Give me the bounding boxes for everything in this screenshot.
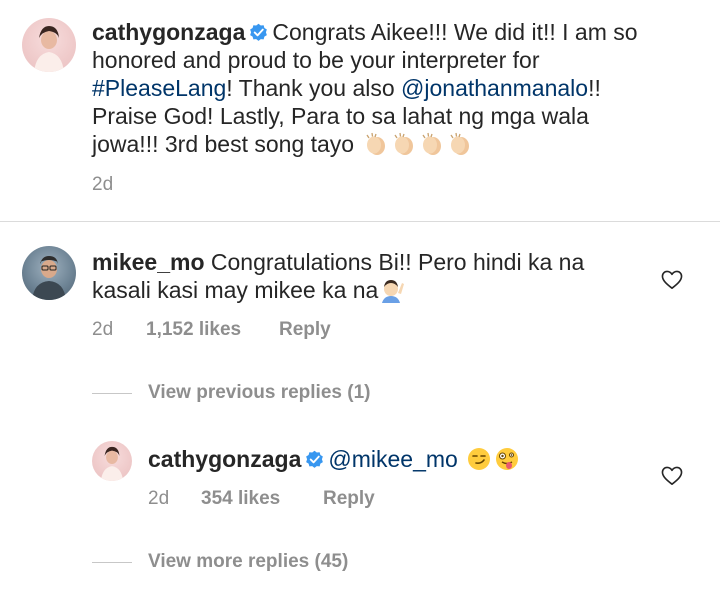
person-raising-hand-icon (378, 277, 406, 303)
likes-count[interactable]: 354 likes (201, 488, 280, 510)
avatar-image (100, 446, 124, 481)
avatar[interactable] (22, 246, 76, 300)
comment-text-line2: honored and proud to be your interpreter… (92, 47, 540, 73)
smirk-face-icon (464, 446, 492, 472)
verified-badge-icon (250, 23, 268, 41)
mention-link[interactable]: @mikee_mo (328, 446, 457, 472)
reply-button[interactable]: Reply (279, 319, 331, 341)
reply-username[interactable]: cathygonzaga (148, 446, 301, 472)
comment-body: mikee_mo Congratulations Bi!! Pero hindi… (92, 248, 652, 304)
like-heart-icon[interactable] (661, 270, 683, 290)
view-more-replies-button[interactable]: View more replies (45) (148, 551, 348, 573)
like-heart-icon[interactable] (661, 466, 683, 486)
comment-text-line3: ! Thank you also (226, 75, 402, 101)
comment-body: cathygonzaga Congrats Aikee!!! We did it!… (92, 18, 712, 158)
reply-body: cathygonzaga @mikee_mo (148, 445, 668, 473)
comment-username[interactable]: cathygonzaga (92, 19, 245, 45)
comment-text-line5: jowa!!! 3rd best song tayo (92, 131, 355, 157)
comment-text-line3-end: !! (588, 75, 601, 101)
comment-text-line1: Congrats Aikee!!! We did it!! I am so (272, 19, 638, 45)
comment-text-line1: Congratulations Bi!! Pero hindi ka na (210, 249, 585, 275)
view-previous-replies-button[interactable]: View previous replies (1) (148, 382, 370, 404)
verified-badge-icon (306, 450, 324, 468)
replies-divider-line (92, 393, 132, 394)
comment-timestamp: 2d (92, 319, 114, 340)
comment-text-line4: Praise God! Lastly, Para to sa lahat ng … (92, 103, 589, 129)
comment-username[interactable]: mikee_mo (92, 249, 205, 275)
zany-face-icon (492, 446, 520, 472)
mention-link[interactable]: @jonathanmanalo (401, 75, 588, 101)
avatar-image (32, 256, 66, 300)
avatar-image (34, 26, 64, 72)
likes-count[interactable]: 1,152 likes (146, 319, 241, 341)
hashtag-link[interactable]: #PleaseLang (92, 75, 226, 101)
avatar[interactable] (22, 18, 76, 72)
avatar[interactable] (92, 441, 132, 481)
reply-timestamp: 2d (148, 488, 170, 509)
comment-text-line2: kasali kasi may mikee ka na (92, 277, 379, 303)
clapping-hands-icon (361, 131, 473, 157)
divider (0, 221, 720, 222)
replies-divider-line (92, 562, 132, 563)
comment-timestamp: 2d (92, 174, 114, 195)
reply-button[interactable]: Reply (323, 488, 375, 510)
